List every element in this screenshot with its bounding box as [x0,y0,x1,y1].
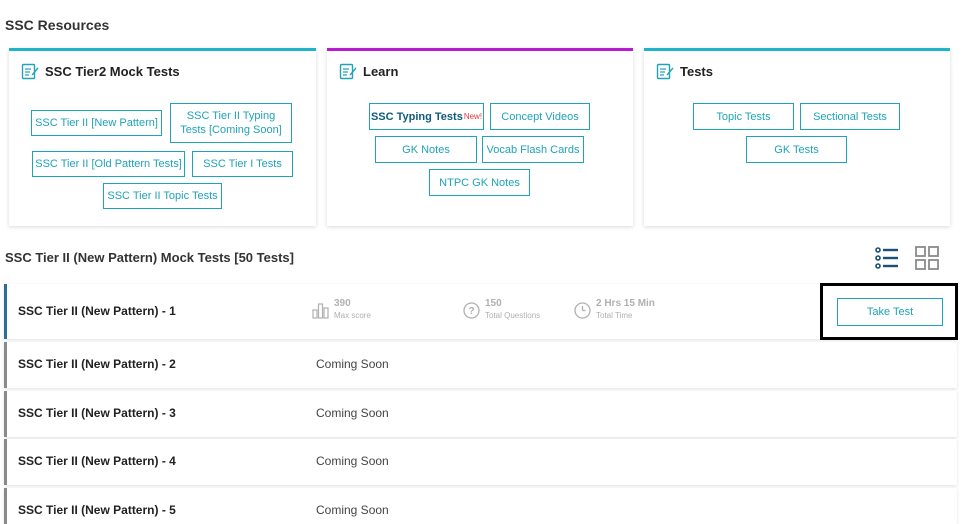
chip-tier2-old-pattern[interactable]: SSC Tier II [Old Pattern Tests] [32,151,185,177]
chip-sectional-tests[interactable]: Sectional Tests [800,103,900,130]
test-row[interactable]: SSC Tier II (New Pattern) - 1 390 Max sc… [4,284,957,339]
max-score-label: Max score [334,311,371,320]
coming-soon-label: Coming Soon [316,503,389,517]
chip-gk-notes[interactable]: GK Notes [375,136,477,163]
test-row[interactable]: SSC Tier II (New Pattern) - 5 Coming Soo… [4,488,957,524]
edit-note-icon [21,63,39,80]
test-row[interactable]: SSC Tier II (New Pattern) - 3 Coming Soo… [4,391,957,437]
bar-chart-icon [312,303,329,319]
edit-note-icon [656,63,674,80]
test-name: SSC Tier II (New Pattern) - 3 [18,406,176,420]
test-name: SSC Tier II (New Pattern) - 4 [18,454,176,468]
card-header: SSC Tier2 Mock Tests [21,62,180,80]
chip-tier2-typing-tests[interactable]: SSC Tier II Typing Tests [Coming Soon] [170,103,292,143]
time-value: 2 Hrs 15 Min [596,298,655,309]
card-header: Learn [339,62,398,80]
card-accent-bar [327,48,633,51]
chip-ntpc-gk-notes[interactable]: NTPC GK Notes [429,169,530,196]
time-stat: 2 Hrs 15 Min Total Time [574,298,655,321]
new-badge: New! [463,111,483,121]
questions-stat: ? 150 Total Questions [463,298,540,321]
take-test-button[interactable]: Take Test [837,298,943,326]
chip-tier1-tests[interactable]: SSC Tier I Tests [192,151,293,177]
test-row[interactable]: SSC Tier II (New Pattern) - 2 Coming Soo… [4,342,957,388]
questions-value: 150 [485,298,502,309]
card-accent-bar [9,48,316,51]
chip-vocab-flash-cards[interactable]: Vocab Flash Cards [482,136,584,163]
learn-card: Learn SSC Typing Tests New! Concept Video… [327,48,633,226]
grid-view-icon[interactable] [915,246,939,270]
chip-label: SSC Typing Tests [370,110,463,123]
test-name: SSC Tier II (New Pattern) - 1 [18,304,176,318]
question-circle-icon: ? [463,302,480,319]
test-row[interactable]: SSC Tier II (New Pattern) - 4 Coming Soo… [4,439,957,485]
card-header: Tests [656,62,713,80]
list-view-icon[interactable] [875,246,899,270]
clock-icon [574,302,591,319]
card-title: SSC Tier2 Mock Tests [45,63,180,79]
tier2-mock-tests-card: SSC Tier2 Mock Tests SSC Tier II [New Pa… [9,48,316,226]
questions-label: Total Questions [485,311,541,320]
resources-title: SSC Resources [5,17,110,33]
max-score-stat: 390 Max score [312,298,371,321]
svg-text:?: ? [468,306,474,317]
test-name: SSC Tier II (New Pattern) - 2 [18,357,176,371]
mock-tests-title: SSC Tier II (New Pattern) Mock Tests [50… [5,250,294,265]
chip-ssc-typing-tests[interactable]: SSC Typing Tests New! [369,103,484,130]
chip-concept-videos[interactable]: Concept Videos [490,103,590,130]
card-title: Learn [363,63,399,79]
coming-soon-label: Coming Soon [316,357,389,371]
card-title: Tests [680,63,713,79]
chip-topic-tests[interactable]: Topic Tests [693,103,794,130]
tests-card: Tests Topic Tests Sectional Tests GK Tes… [644,48,950,226]
max-score-value: 390 [334,298,351,309]
edit-note-icon [339,63,357,80]
chip-tier2-topic-tests[interactable]: SSC Tier II Topic Tests [103,183,222,209]
coming-soon-label: Coming Soon [316,454,389,468]
test-name: SSC Tier II (New Pattern) - 5 [18,503,176,517]
chip-gk-tests[interactable]: GK Tests [746,136,847,163]
chip-tier2-new-pattern[interactable]: SSC Tier II [New Pattern] [31,110,162,136]
coming-soon-label: Coming Soon [316,406,389,420]
time-label: Total Time [596,311,633,320]
card-accent-bar [644,48,950,51]
